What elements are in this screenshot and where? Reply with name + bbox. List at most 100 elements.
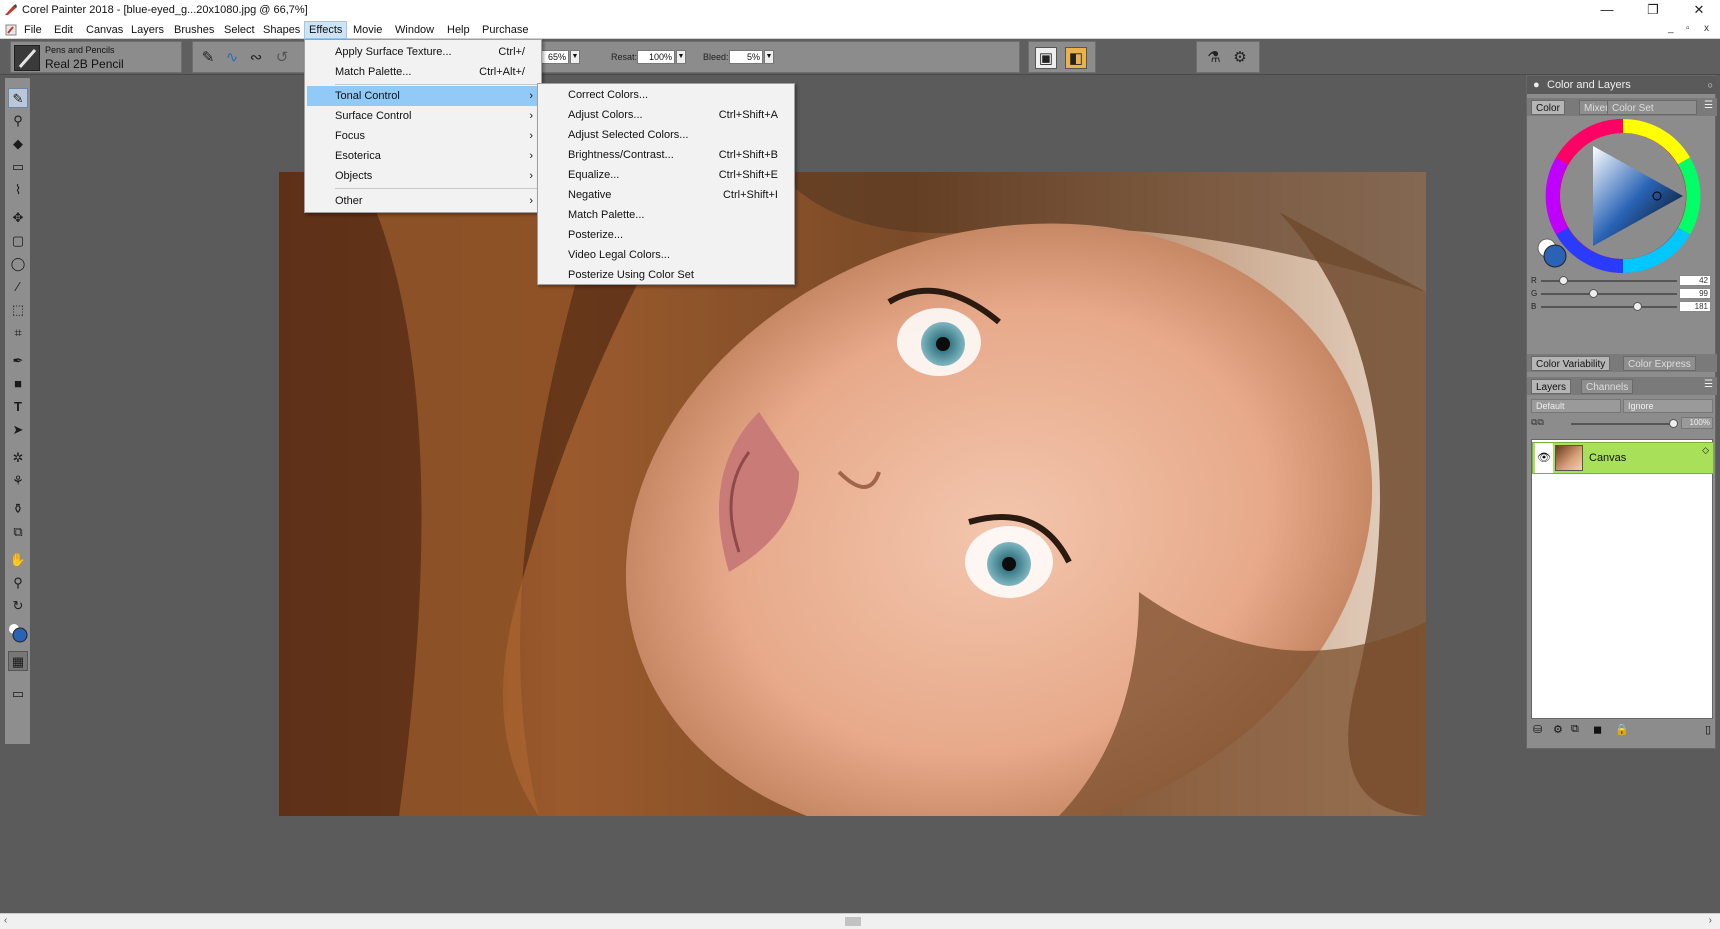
scroll-left-icon[interactable]: ‹ <box>4 915 7 926</box>
green-value-field[interactable]: 99 <box>1679 288 1711 299</box>
cloner-tool-icon[interactable]: ✲ <box>8 448 28 468</box>
visibility-eye-icon[interactable]: 👁 <box>1535 443 1553 473</box>
panel-title[interactable]: ● Color and Layers ○ <box>1527 76 1717 94</box>
paper-selector-icon[interactable]: ▦ <box>8 651 28 671</box>
color-wheel[interactable] <box>1527 116 1717 276</box>
menu-item-posterize[interactable]: Posterize... <box>540 225 792 245</box>
tab-layers[interactable]: Layers <box>1531 379 1572 394</box>
green-slider[interactable]: G 99 <box>1531 287 1711 301</box>
menu-item-other[interactable]: Other › <box>307 191 539 211</box>
layer-adjuster-tool-icon[interactable]: ✥ <box>8 208 28 228</box>
menu-purchase[interactable]: Purchase <box>478 22 532 38</box>
menu-item-correct-colors[interactable]: Correct Colors... <box>540 85 792 105</box>
main-color-swatch[interactable] <box>8 623 28 643</box>
resat-dropdown[interactable]: ▼ <box>676 50 686 64</box>
menu-item-tonal-control[interactable]: Tonal Control › <box>307 86 539 106</box>
brush-ghost-icon[interactable]: ✎ <box>197 47 219 69</box>
layer-opacity-field[interactable]: 100% <box>1681 417 1713 429</box>
maximize-button[interactable]: ❐ <box>1630 0 1676 20</box>
blue-value-field[interactable]: 181 <box>1679 301 1711 312</box>
menu-item-objects[interactable]: Objects › <box>307 166 539 186</box>
composite-method-select[interactable]: Default <box>1531 399 1621 413</box>
tab-color-express[interactable]: Color Express <box>1623 356 1696 371</box>
tab-channels[interactable]: Channels <box>1581 379 1634 394</box>
menu-item-brightness-contrast[interactable]: Brightness/Contrast... Ctrl+Shift+B <box>540 145 792 165</box>
menu-item-adjust-selected-colors[interactable]: Adjust Selected Colors... <box>540 125 792 145</box>
layer-lock-icons[interactable]: ⧉⧉ <box>1531 417 1544 428</box>
opacity-dropdown[interactable]: ▼ <box>570 50 580 64</box>
menu-item-match-palette[interactable]: Match Palette... Ctrl+Alt+/ <box>307 62 539 82</box>
bleed-dropdown[interactable]: ▼ <box>764 50 774 64</box>
dropper-tool-icon[interactable]: ⚲ <box>8 111 28 131</box>
menu-item-focus[interactable]: Focus › <box>307 126 539 146</box>
document-minimize-button[interactable]: _ <box>1668 23 1674 34</box>
rectangle-shape-tool-icon[interactable]: ■ <box>8 374 28 394</box>
panel-menu-icon[interactable]: ☰ <box>1704 100 1713 111</box>
layer-row[interactable]: 👁 Canvas ◇ <box>1532 442 1714 474</box>
canvas-image[interactable] <box>279 172 1426 816</box>
minimize-button[interactable]: — <box>1584 0 1630 20</box>
doc-menu-icon[interactable] <box>1 22 21 38</box>
slider-knob[interactable] <box>1589 289 1598 298</box>
rotate-page-tool-icon[interactable]: ↻ <box>8 596 28 616</box>
menu-file[interactable]: File <box>20 22 46 38</box>
freehand-stroke-icon[interactable]: ∿ <box>221 47 243 69</box>
brush-tool-icon[interactable]: ✎ <box>8 88 28 108</box>
menu-window[interactable]: Window <box>391 22 438 38</box>
document-close-button[interactable]: x <box>1704 23 1709 34</box>
tab-color-set-libraries[interactable]: Color Set Libraries <box>1607 100 1697 115</box>
slider-knob[interactable] <box>1559 276 1568 285</box>
layer-commands-icon[interactable]: ⛁ <box>1533 723 1542 736</box>
blender-tool-icon[interactable]: ⌇ <box>8 180 28 200</box>
rubber-stamp-tool-icon[interactable]: ⚘ <box>8 471 28 491</box>
brush-library-icon[interactable]: ▣ <box>1035 47 1057 69</box>
grabber-tool-icon[interactable]: ✋ <box>8 550 28 570</box>
pen-tool-icon[interactable]: ✒ <box>8 351 28 371</box>
menu-movie[interactable]: Movie <box>349 22 386 38</box>
scrollbar-thumb[interactable] <box>845 917 861 926</box>
preserve-select[interactable]: Ignore <box>1623 399 1713 413</box>
horizontal-scrollbar[interactable]: ‹ › <box>0 913 1720 929</box>
menu-brushes[interactable]: Brushes <box>170 22 218 38</box>
opacity-field[interactable]: 65% <box>541 50 569 64</box>
brush-tuning-icon[interactable]: ⚗ <box>1203 47 1225 69</box>
color-panel-icon[interactable]: ◧ <box>1065 47 1087 69</box>
menu-item-negative[interactable]: Negative Ctrl+Shift+I <box>540 185 792 205</box>
reset-tool-icon[interactable]: ↺ <box>271 47 293 69</box>
menu-edit[interactable]: Edit <box>50 22 77 38</box>
shape-selection-tool-icon[interactable]: ➤ <box>8 420 28 440</box>
magnifier-tool-icon[interactable]: ⚲ <box>8 573 28 593</box>
menu-effects[interactable]: Effects <box>303 21 348 39</box>
resat-field[interactable]: 100% <box>637 50 675 64</box>
dodge-tool-icon[interactable]: ⚱ <box>8 499 28 519</box>
menu-help[interactable]: Help <box>443 22 474 38</box>
lock-layer-icon[interactable]: 🔒 <box>1615 723 1629 736</box>
mirror-tool-icon[interactable]: ⧉ <box>8 522 28 542</box>
settings-gear-icon[interactable]: ⚙ <box>1229 47 1251 69</box>
red-value-field[interactable]: 42 <box>1679 275 1711 286</box>
menu-item-surface-control[interactable]: Surface Control › <box>307 106 539 126</box>
eraser-tool-icon[interactable]: ▭ <box>8 157 28 177</box>
new-layer-icon[interactable]: ⧉ <box>1571 723 1579 736</box>
menu-item-video-legal-colors[interactable]: Video Legal Colors... <box>540 245 792 265</box>
magic-wand-tool-icon[interactable]: ⁄ <box>8 277 28 297</box>
scroll-right-icon[interactable]: › <box>1709 915 1712 926</box>
lasso-tool-icon[interactable]: ◯ <box>8 254 28 274</box>
crop-tool-icon[interactable]: ⌗ <box>8 323 28 343</box>
opacity-knob[interactable] <box>1669 419 1678 428</box>
brush-selector[interactable]: Pens and Pencils Real 2B Pencil <box>10 41 182 73</box>
slider-knob[interactable] <box>1633 302 1642 311</box>
close-button[interactable]: ✕ <box>1676 0 1720 20</box>
menu-layers[interactable]: Layers <box>127 22 168 38</box>
layer-mask-icon[interactable]: ◼ <box>1593 723 1602 736</box>
menu-item-equalize[interactable]: Equalize... Ctrl+Shift+E <box>540 165 792 185</box>
panel-options-icon[interactable]: ○ <box>1708 76 1713 94</box>
menu-item-posterize-using-color-set[interactable]: Posterize Using Color Set <box>540 265 792 285</box>
menu-item-match-palette[interactable]: Match Palette... <box>540 205 792 225</box>
menu-canvas[interactable]: Canvas <box>82 22 127 38</box>
tab-color-variability[interactable]: Color Variability <box>1531 356 1611 371</box>
paint-bucket-tool-icon[interactable]: ◆ <box>8 134 28 154</box>
straight-line-icon[interactable]: ∾ <box>245 47 267 69</box>
menu-select[interactable]: Select <box>220 22 259 38</box>
document-restore-button[interactable]: ▫ <box>1686 23 1690 34</box>
